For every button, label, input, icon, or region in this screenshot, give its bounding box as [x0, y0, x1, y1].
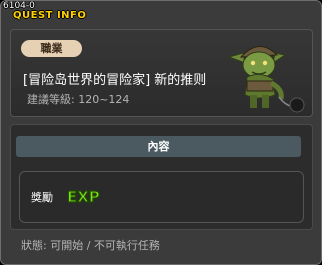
goblin-npc-icon	[227, 46, 305, 113]
level-requirement: 建議等級: 120~124	[27, 93, 130, 106]
job-badge: 職業	[21, 40, 82, 57]
quest-name: [冒险岛世界的冒险家] 新的推则	[23, 73, 207, 88]
quest-info-window: 6104-0 QUEST INFO 職業 [冒险岛世界的冒险家] 新的推则 建議…	[0, 0, 322, 265]
content-tab[interactable]: 內容	[16, 136, 301, 157]
exp-text: EXP	[67, 188, 100, 205]
reward-label: 獎勵	[31, 191, 53, 204]
quest-status: 狀態: 可開始 / 不可執行任務	[21, 239, 160, 252]
exp-icon: EXP	[66, 187, 100, 205]
window-title: QUEST INFO	[13, 10, 87, 21]
reward-box	[19, 171, 304, 223]
